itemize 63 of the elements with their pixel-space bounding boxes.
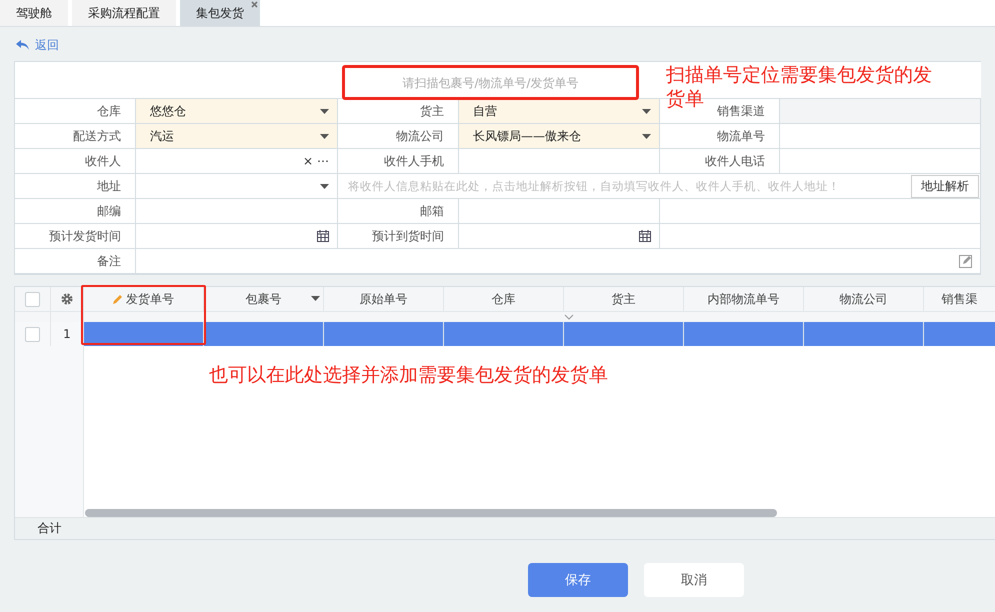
- caret-icon: [642, 134, 651, 138]
- tab[interactable]: 驾驶舱: [0, 0, 68, 26]
- date-field[interactable]: [459, 224, 660, 249]
- input-field[interactable]: [459, 199, 660, 224]
- calendar-icon: [317, 230, 329, 242]
- input-field[interactable]: [780, 149, 981, 174]
- pencil-icon: [113, 294, 123, 304]
- caret-icon: [320, 184, 329, 188]
- column-header[interactable]: 销售渠: [924, 287, 995, 311]
- input-field[interactable]: [459, 149, 660, 174]
- tab[interactable]: 采购流程配置: [72, 0, 176, 26]
- table-cell[interactable]: [324, 322, 444, 346]
- caret-icon: [642, 108, 651, 114]
- table-cell[interactable]: [84, 322, 204, 346]
- cancel-button[interactable]: 取消: [644, 563, 744, 597]
- back-arrow-icon: [16, 40, 29, 50]
- row-number: 1: [63, 327, 71, 341]
- caret-icon: [311, 296, 320, 301]
- note-field[interactable]: [136, 249, 981, 274]
- calendar-icon: [639, 230, 651, 242]
- select-field[interactable]: 自营: [459, 99, 660, 124]
- scrollbar[interactable]: [85, 509, 777, 517]
- paste-field[interactable]: 将收件人信息粘贴在此处，点击地址解析按钮，自动填写收件人、收件人手机、收件人地址！ 地址解析: [338, 174, 981, 199]
- input-field[interactable]: [660, 224, 981, 249]
- annotation-text: 货单: [666, 87, 704, 111]
- column-header[interactable]: 货主: [564, 287, 684, 311]
- input-field[interactable]: [780, 124, 981, 149]
- total-label: 合计: [36, 520, 62, 537]
- input-field[interactable]: [660, 199, 981, 224]
- caret-icon: [320, 134, 329, 138]
- table-cell[interactable]: [564, 322, 684, 346]
- column-header[interactable]: 原始单号: [324, 287, 444, 311]
- checkbox[interactable]: [25, 292, 40, 306]
- table-cell[interactable]: [684, 322, 804, 346]
- input-field[interactable]: [136, 199, 338, 224]
- settings-icon[interactable]: [61, 293, 73, 305]
- table-cell[interactable]: [804, 322, 924, 346]
- column-header[interactable]: 内部物流单号: [684, 287, 804, 311]
- lookup-field[interactable]: × ⋯: [136, 149, 338, 174]
- select-field[interactable]: 长风镖局——傲来仓: [459, 124, 660, 149]
- chevron-icon[interactable]: [564, 314, 574, 320]
- annotation-text: 也可以在此处选择并添加需要集包发货的发货单: [209, 363, 608, 387]
- select-field[interactable]: 汽运: [136, 124, 338, 149]
- select-field[interactable]: 悠悠仓: [136, 99, 338, 124]
- parse-address-button[interactable]: 地址解析: [911, 174, 979, 198]
- column-header[interactable]: 仓库: [444, 287, 564, 311]
- select-field[interactable]: [136, 174, 338, 199]
- annotation-text: 扫描单号定位需要集包发货的发: [666, 63, 932, 87]
- table-cell[interactable]: [204, 322, 324, 346]
- column-header[interactable]: 发货单号: [84, 287, 204, 311]
- edit-icon: [959, 254, 972, 268]
- more-icon[interactable]: ⋯: [317, 154, 329, 168]
- date-field[interactable]: [136, 224, 338, 249]
- save-button[interactable]: 保存: [528, 563, 628, 597]
- table-cell[interactable]: [444, 322, 564, 346]
- tab[interactable]: 集包发货: [180, 0, 260, 26]
- column-header[interactable]: 包裹号: [204, 287, 324, 311]
- column-header[interactable]: 物流公司: [804, 287, 924, 311]
- table-cell[interactable]: [924, 322, 995, 346]
- checkbox[interactable]: [25, 326, 40, 342]
- caret-icon: [320, 108, 329, 114]
- clear-icon[interactable]: ×: [302, 154, 313, 168]
- scan-field[interactable]: 请扫描包裹号/物流单号/发货单号: [342, 65, 639, 100]
